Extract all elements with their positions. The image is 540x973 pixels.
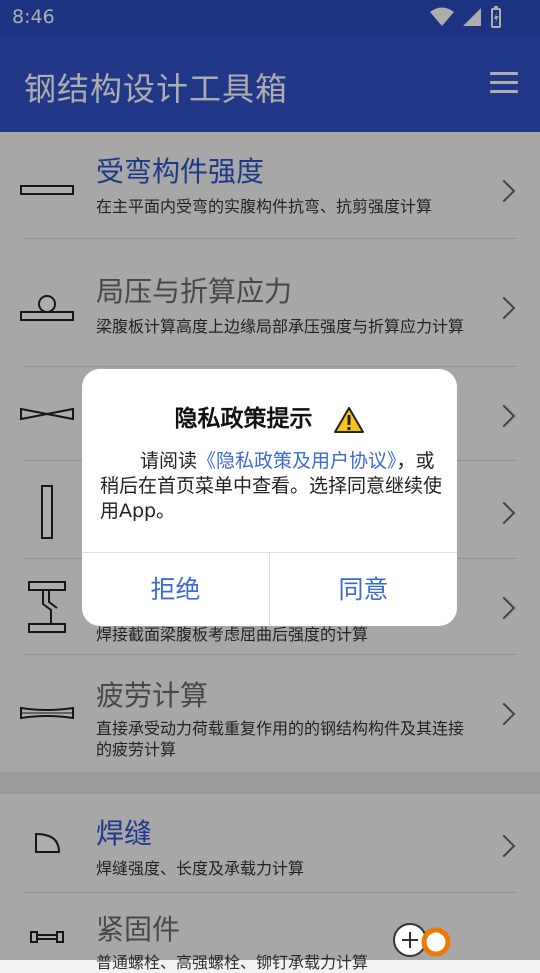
dialog-title-row: 隐私政策提示 — [82, 399, 457, 434]
body-prefix: 请阅读 — [140, 450, 198, 472]
reject-button[interactable]: 拒绝 — [82, 553, 269, 626]
privacy-dialog: 隐私政策提示 请阅读《隐私政策及用户协议》，或稍后在首页菜单中查看。选择同意继续… — [82, 369, 457, 626]
privacy-policy-link[interactable]: 《隐私政策及用户协议》 — [197, 450, 397, 472]
dialog-title: 隐私政策提示 — [174, 406, 313, 432]
dialog-body: 请阅读《隐私政策及用户协议》，或稍后在首页菜单中查看。选择同意继续使用App。 — [100, 449, 442, 524]
watermark-logo — [393, 923, 451, 957]
warning-icon — [333, 406, 364, 433]
agree-button[interactable]: 同意 — [270, 553, 457, 626]
